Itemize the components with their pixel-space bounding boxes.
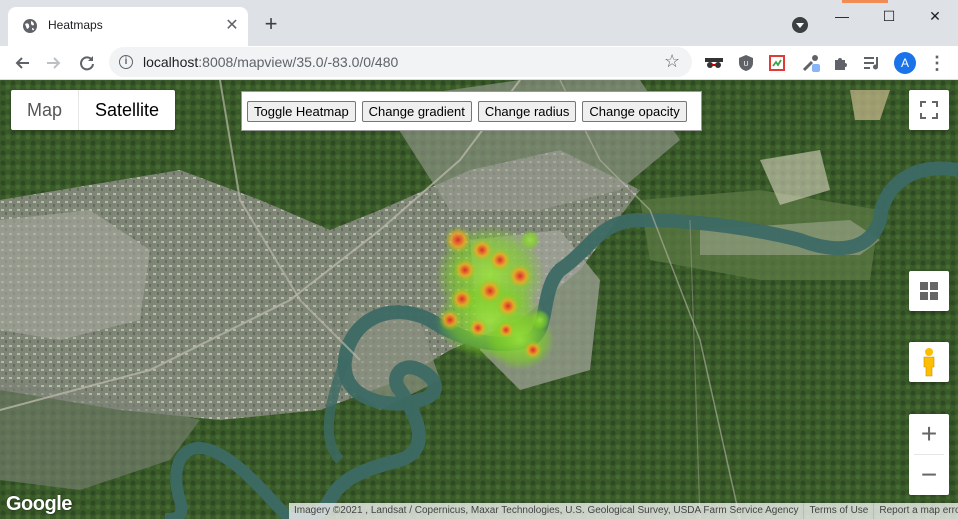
map-canvas[interactable]: Map Satellite Toggle Heatmap Change grad… [0,80,958,519]
fullscreen-button[interactable] [909,90,949,130]
imagery-credit: Imagery ©2021 , Landsat / Copernicus, Ma… [294,505,799,516]
satellite-imagery [0,80,958,519]
new-tab-button[interactable]: + [259,13,283,37]
bookmark-star-icon[interactable]: ☆ [664,51,680,72]
close-window-button[interactable]: ✕ [912,4,958,28]
browser-tab[interactable]: Heatmaps ✕ [8,7,248,46]
back-icon[interactable] [8,49,36,77]
extensions-puzzle-icon[interactable] [830,52,852,74]
globe-icon [23,19,37,33]
zoom-in-button[interactable]: + [909,414,949,454]
incognito-extension-icon[interactable] [703,52,725,74]
map-grid-control[interactable] [909,271,949,311]
window-accent [842,0,888,3]
url-host: localhost [143,54,199,70]
media-queue-icon[interactable] [861,52,883,74]
tab-strip: Heatmaps ✕ + — ☐ ✕ [0,0,958,46]
change-radius-button[interactable]: Change radius [477,101,577,122]
url-path: :8008/mapview/35.0/-83.0/0/480 [198,54,399,70]
report-error-link[interactable]: Report a map error [873,503,958,519]
change-opacity-button[interactable]: Change opacity [582,101,687,122]
browser-toolbar: i localhost:8008/mapview/35.0/-83.0/0/48… [0,46,958,80]
forward-icon[interactable] [40,49,68,77]
google-logo[interactable]: Google [6,493,72,516]
street-view-pegman[interactable] [909,342,949,382]
toggle-heatmap-button[interactable]: Toggle Heatmap [247,101,356,122]
pegman-icon [923,348,935,377]
url-text[interactable]: localhost:8008/mapview/35.0/-83.0/0/480 [143,54,398,70]
map-type-control: Map Satellite [11,90,176,130]
tab-close-icon[interactable]: ✕ [222,16,242,36]
zoom-control: + − [909,414,949,495]
zoom-out-button[interactable]: − [909,455,949,495]
shield-extension-icon[interactable]: U [735,52,757,74]
heatmap-controls-panel: Toggle Heatmap Change gradient Change ra… [241,91,702,131]
terms-link[interactable]: Terms of Use [803,503,873,519]
change-gradient-button[interactable]: Change gradient [361,101,472,122]
eyedropper-extension-icon[interactable] [800,52,822,74]
menu-kebab-icon[interactable]: ⋮ [928,50,946,76]
maximize-button[interactable]: ☐ [866,4,912,28]
svg-text:U: U [743,61,748,68]
heatmap-layer [435,225,555,370]
color-extension-icon[interactable] [766,52,788,74]
fullscreen-icon [920,101,938,119]
reload-icon[interactable] [73,49,101,77]
grid-icon [920,282,938,300]
map-attribution: Imagery ©2021 , Landsat / Copernicus, Ma… [289,503,958,519]
tab-title: Heatmaps [48,18,103,32]
tab-search-icon[interactable] [792,17,808,33]
profile-avatar[interactable]: A [894,52,916,74]
minimize-button[interactable]: — [819,4,865,28]
address-bar[interactable]: i localhost:8008/mapview/35.0/-83.0/0/48… [109,47,692,77]
info-icon[interactable]: i [119,55,133,69]
map-type-map-button[interactable]: Map [11,90,80,130]
map-type-satellite-button[interactable]: Satellite [79,90,175,130]
